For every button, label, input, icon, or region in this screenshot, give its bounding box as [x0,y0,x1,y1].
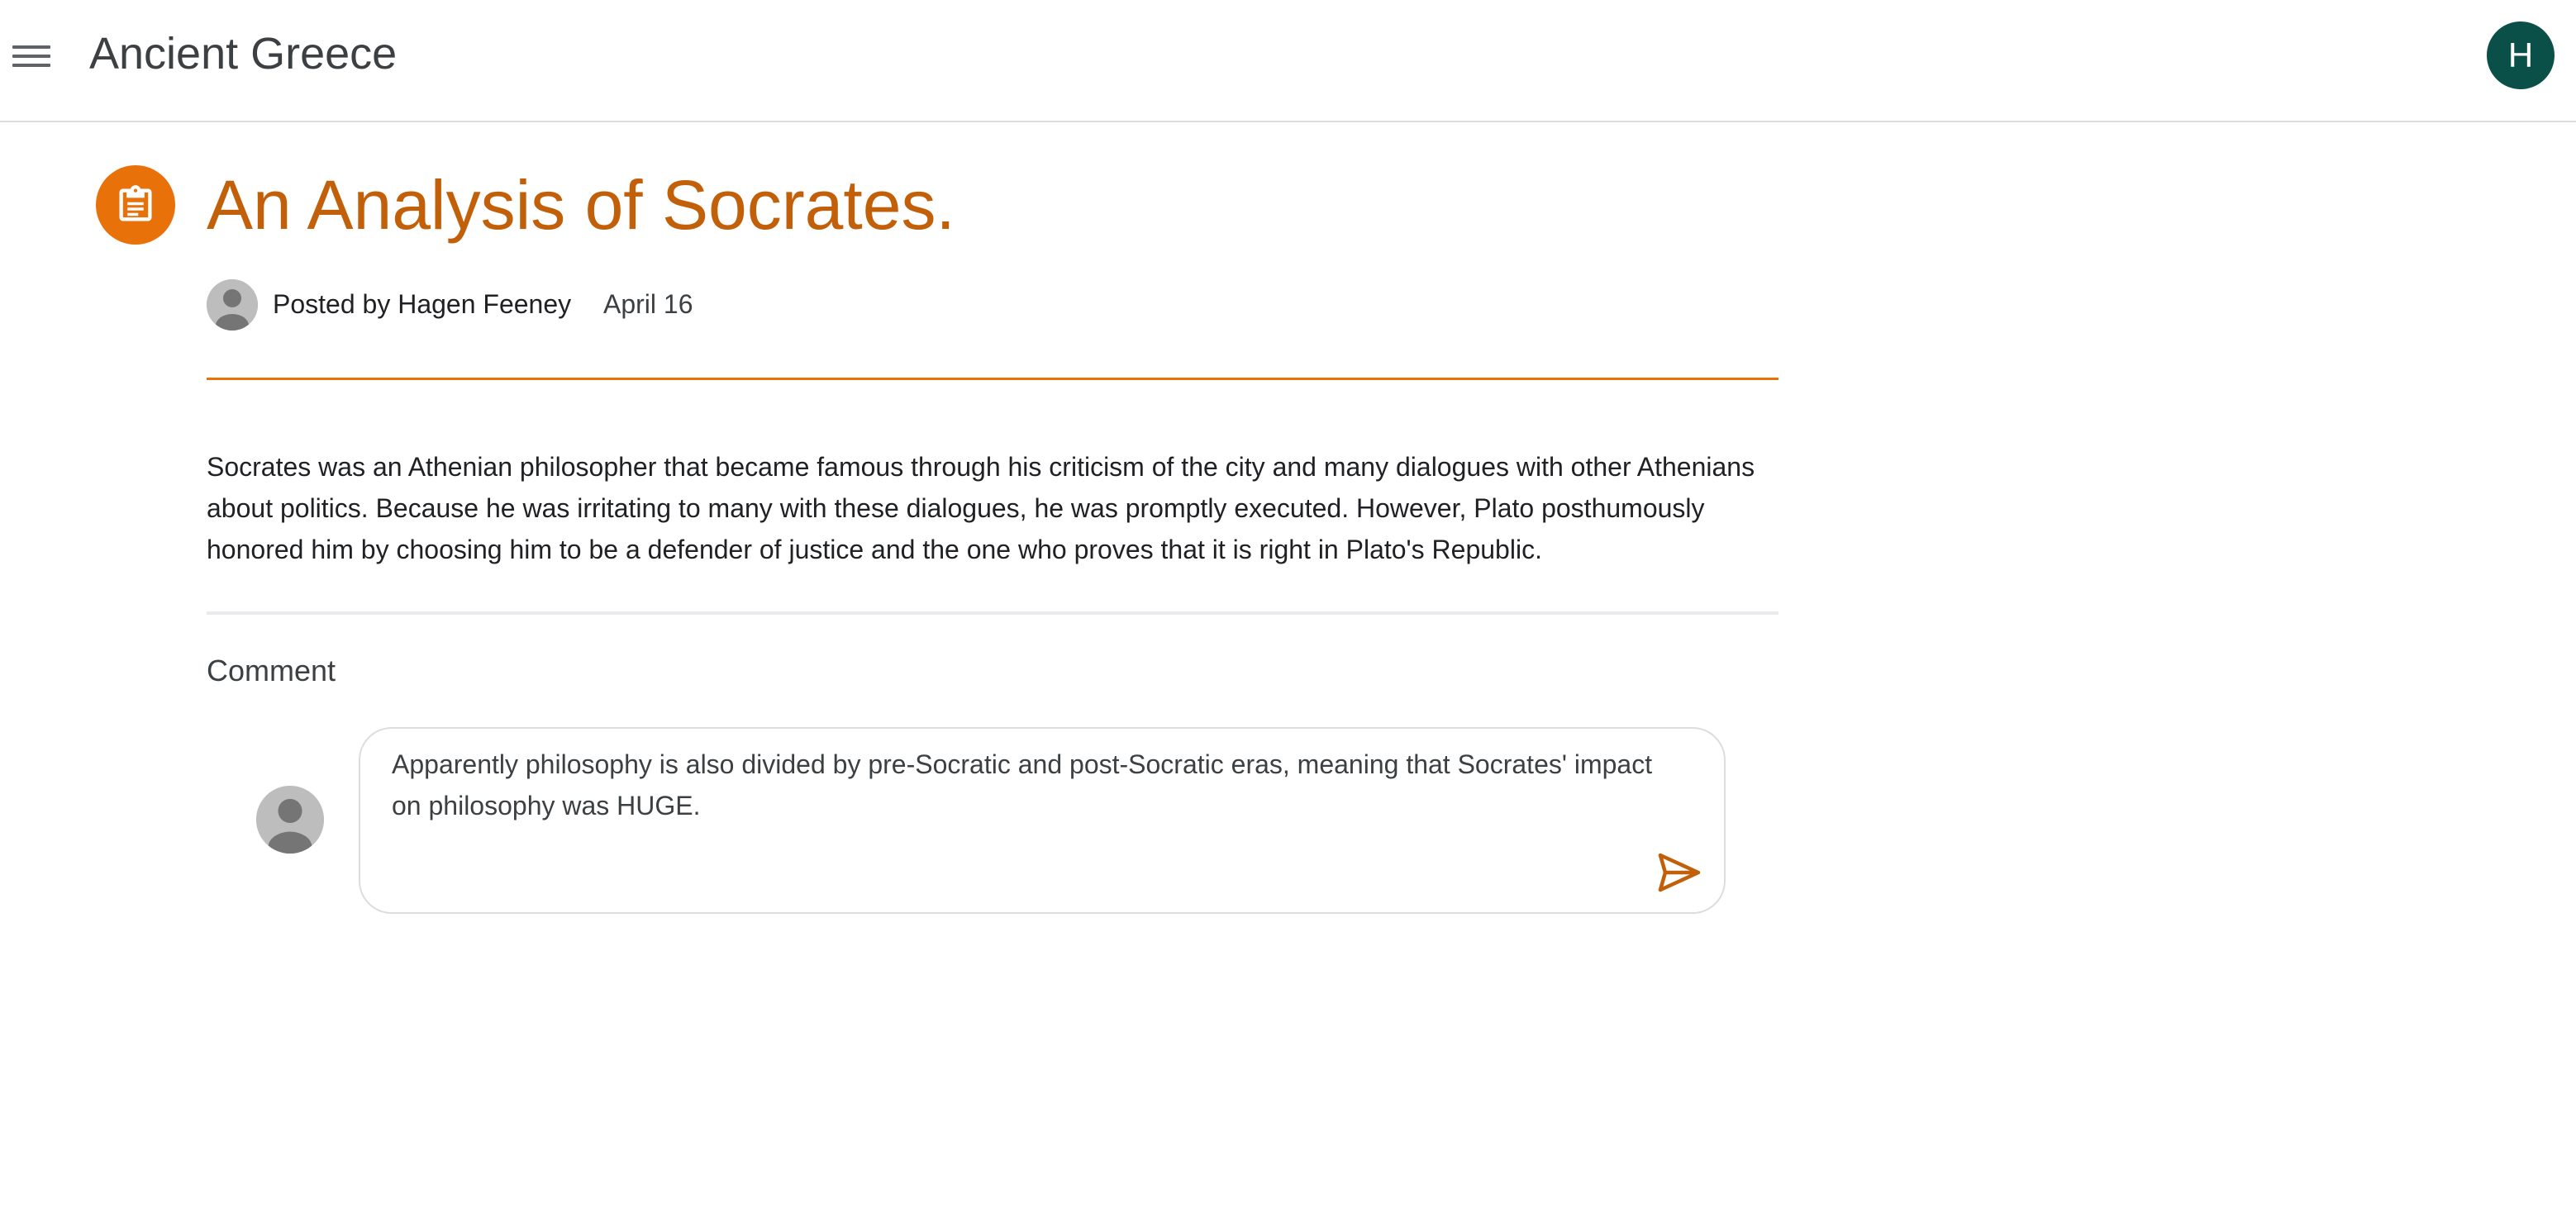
hamburger-menu-icon [12,45,50,49]
send-comment-button[interactable] [1655,849,1704,896]
send-icon [1658,853,1701,892]
class-title[interactable]: Ancient Greece [89,25,397,83]
comment-divider [207,611,1778,615]
comment-input[interactable]: Apparently philosophy is also divided by… [392,744,1681,835]
post-date: April 16 [603,289,693,319]
person-placeholder-icon [207,279,258,331]
main-menu-button[interactable] [8,33,55,79]
person-placeholder-icon [256,786,324,854]
account-avatar-button[interactable]: H [2487,21,2555,89]
post-body: Socrates was an Athenian philosopher tha… [207,452,1755,564]
commenter-avatar [256,786,324,854]
top-app-bar: Ancient Greece H [0,0,2576,122]
comment-section-label: Comment [207,654,336,687]
post-author: Posted by Hagen Feeney [273,289,572,319]
author-avatar [207,279,258,331]
title-divider [207,378,1778,380]
post-title: An Analysis of Socrates. [207,166,955,244]
comment-input-container: Apparently philosophy is also divided by… [359,727,1726,914]
assignment-clipboard-icon [96,165,175,245]
